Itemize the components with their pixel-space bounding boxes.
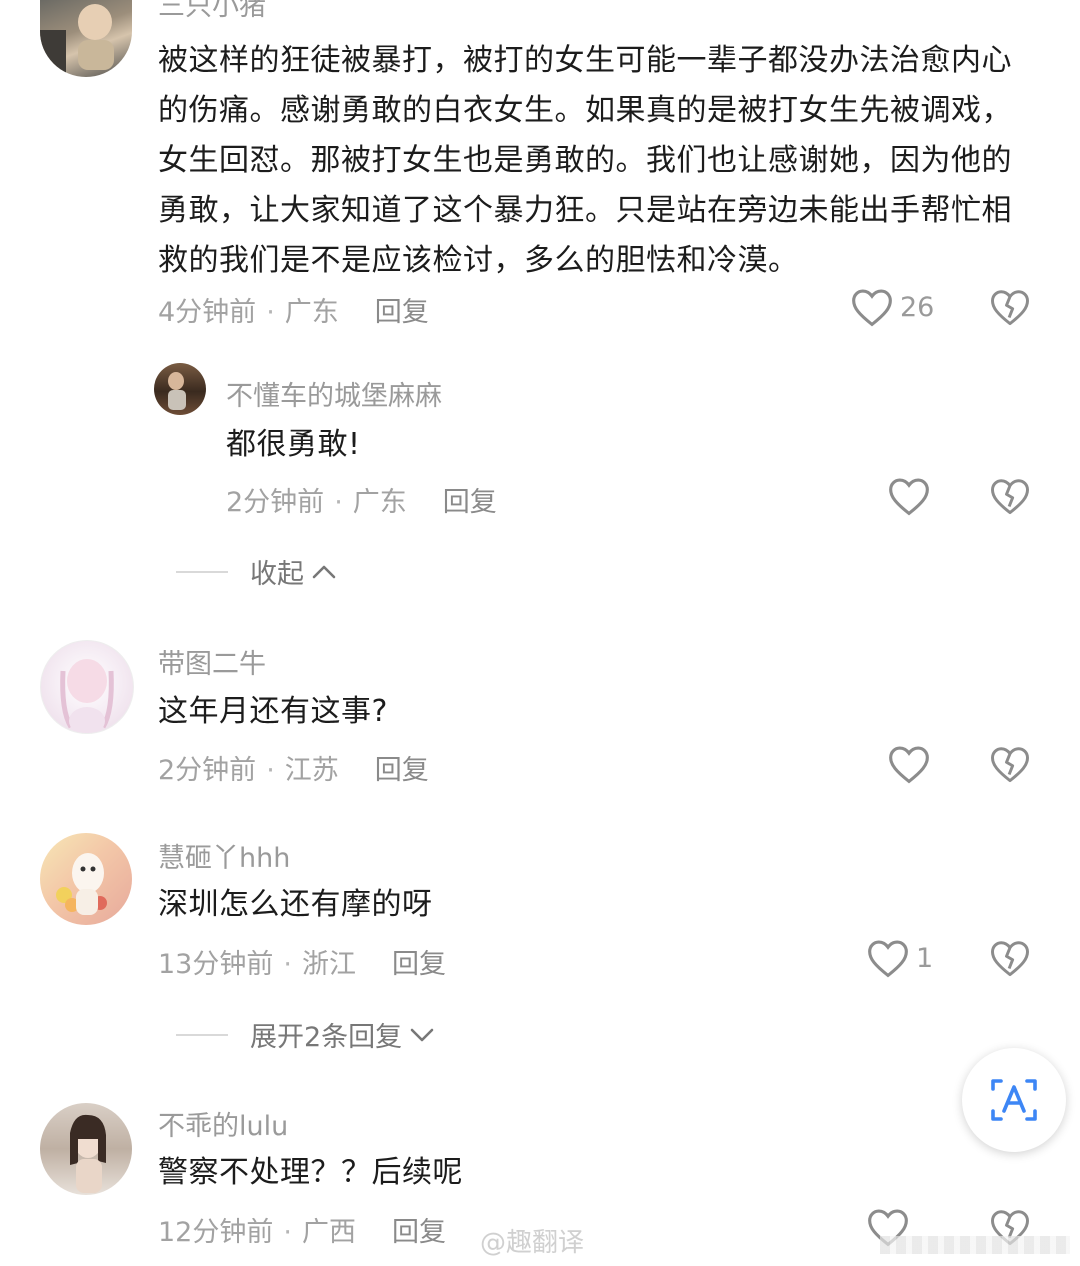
comment-text: 被这样的狂徒被暴打，被打的女生可能一辈子都没办法治愈内心的伤痛。感谢勇敢的白衣女… [158, 43, 1012, 278]
comment-meta: 2分钟前 · 江苏 回复 [158, 748, 429, 787]
comment-meta: 2分钟前 · 广东 回复 [226, 480, 497, 519]
reply-button[interactable]: 回复 [392, 949, 446, 980]
comment-username[interactable]: 带图二牛 [158, 642, 266, 681]
comment-location: 广西 [301, 1217, 356, 1248]
comment-username[interactable]: 不乖的lulu [158, 1104, 288, 1143]
comment-text: 深圳怎么还有摩的呀 [158, 887, 433, 922]
broken-heart-icon[interactable] [989, 287, 1031, 327]
reply-button[interactable]: 回复 [443, 487, 497, 518]
meta-separator: · [283, 949, 292, 980]
like-button[interactable]: 26 [850, 286, 934, 328]
comment-username[interactable]: 三只小猪 [158, 0, 266, 23]
expand-replies-button[interactable]: 展开2条回复 [176, 1015, 436, 1054]
collapse-label: 收起 [250, 559, 304, 590]
reply-button[interactable]: 回复 [375, 297, 429, 328]
translate-button[interactable] [962, 1048, 1066, 1152]
watermark-bar [880, 1236, 1070, 1254]
meta-separator: · [266, 755, 275, 786]
avatar[interactable] [40, 640, 134, 734]
heart-outline-icon [889, 478, 929, 516]
reply-button[interactable]: 回复 [375, 755, 429, 786]
comment-time: 2分钟前 [158, 755, 257, 786]
expand-label: 展开2条回复 [250, 1022, 403, 1053]
like-button[interactable]: 1 [866, 937, 933, 979]
avatar[interactable] [40, 0, 132, 77]
comment-time: 4分钟前 [158, 297, 257, 328]
comment-text: 都很勇敢! [226, 427, 361, 462]
heart-outline-icon [868, 940, 908, 978]
divider [176, 1033, 228, 1036]
broken-heart-icon[interactable] [989, 744, 1031, 784]
comment-meta: 4分钟前 · 广东 回复 [158, 290, 429, 329]
comment-location: 浙江 [301, 949, 356, 980]
comment-username[interactable]: 不懂车的城堡麻麻 [226, 374, 442, 413]
avatar[interactable] [40, 1103, 132, 1195]
like-count: 26 [900, 291, 935, 323]
translate-icon [991, 1079, 1037, 1121]
comment-meta: 12分钟前 · 广西 回复 [158, 1210, 446, 1249]
broken-heart-icon[interactable] [989, 938, 1031, 978]
comment-meta: 13分钟前 · 浙江 回复 [158, 942, 446, 981]
comment-time: 13分钟前 [158, 949, 274, 980]
comment-time: 2分钟前 [226, 487, 325, 518]
comment-time: 12分钟前 [158, 1217, 274, 1248]
comment-text: 这年月还有这事? [158, 694, 388, 729]
like-count: 1 [916, 942, 934, 974]
heart-outline-icon [852, 289, 892, 327]
chevron-down-icon [410, 1028, 434, 1041]
comment-location: 广东 [352, 487, 407, 518]
divider [176, 570, 228, 573]
meta-separator: · [334, 487, 343, 518]
meta-separator: · [266, 297, 275, 328]
comment-location: 江苏 [284, 755, 339, 786]
comment-location: 广东 [284, 297, 339, 328]
comment-username[interactable]: 慧砸丫hhh [158, 836, 290, 875]
like-button[interactable] [887, 475, 931, 517]
meta-separator: · [283, 1217, 292, 1248]
avatar[interactable] [40, 833, 132, 925]
watermark: @趣翻译 [480, 1228, 585, 1258]
collapse-replies-button[interactable]: 收起 [176, 552, 338, 591]
chevron-up-icon [312, 565, 336, 578]
broken-heart-icon[interactable] [989, 476, 1031, 516]
comment-text: 警察不处理？？后续呢 [158, 1155, 463, 1190]
like-button[interactable] [887, 743, 931, 785]
heart-outline-icon [889, 746, 929, 784]
avatar[interactable] [154, 363, 206, 415]
reply-button[interactable]: 回复 [392, 1217, 446, 1248]
